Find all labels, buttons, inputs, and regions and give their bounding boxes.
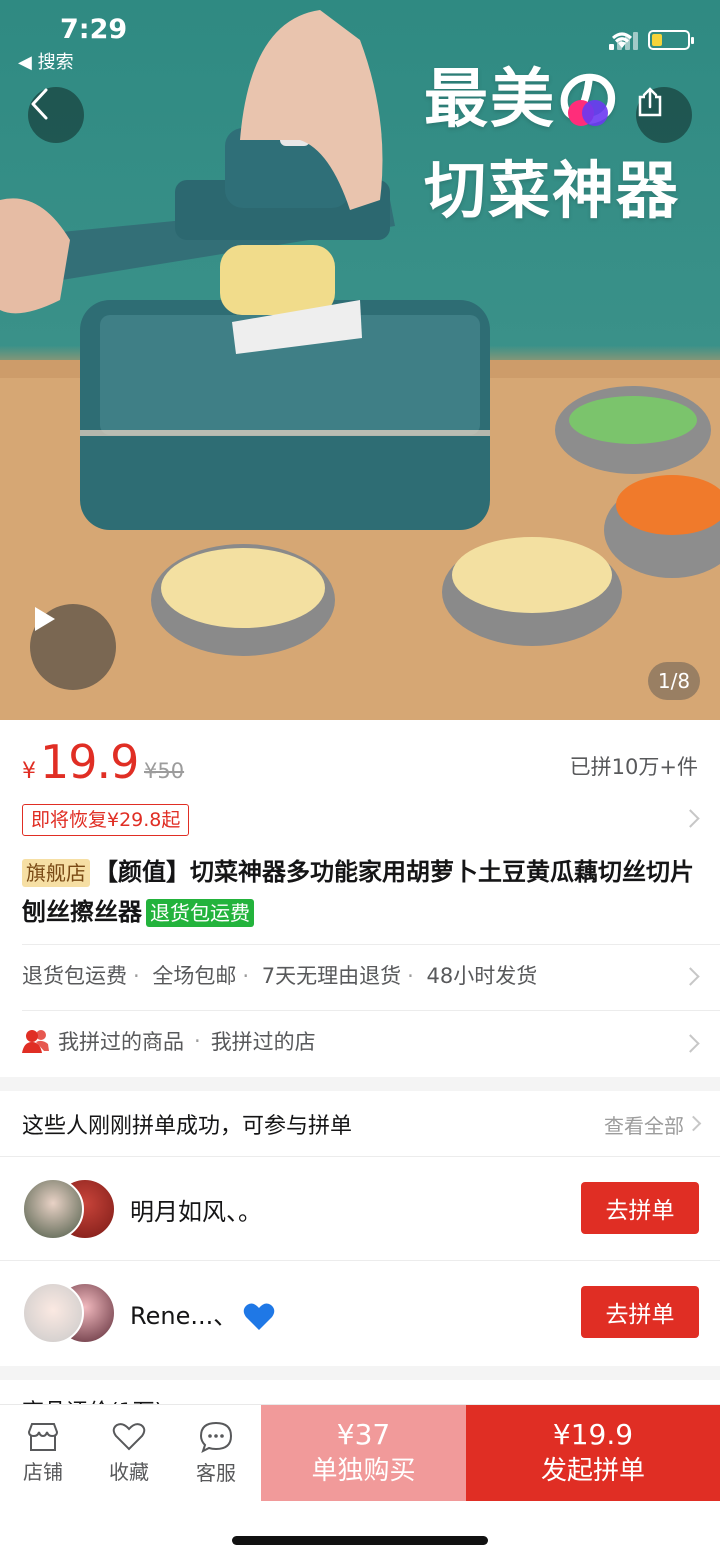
member-avatars — [22, 1178, 118, 1242]
customer-service-button[interactable]: 客服 — [173, 1405, 259, 1501]
current-price: 19.9 — [40, 735, 139, 789]
divider — [22, 1010, 720, 1011]
people-icon — [22, 1030, 49, 1053]
original-price: ¥50 — [144, 759, 185, 783]
service-item: 7天无理由退货 — [261, 964, 402, 988]
group-buy-heading: 这些人刚刚拼单成功，可参与拼单 — [22, 1114, 353, 1139]
service-item: 退货包运费 — [22, 964, 127, 988]
group-price: ¥19.9 — [552, 1418, 634, 1451]
price-row: ¥ 19.9 ¥50 已拼10万+件 — [22, 735, 698, 791]
share-icon — [638, 87, 662, 117]
flagship-store-badge: 旗舰店 — [22, 859, 90, 887]
price-currency: ¥ — [22, 759, 36, 784]
purchase-history-row[interactable]: 我拼过的商品 · 我拼过的店 — [22, 1026, 316, 1056]
status-indicators — [609, 30, 694, 50]
customer-service-label: 客服 — [196, 1460, 236, 1485]
store-button[interactable]: 店铺 — [0, 1405, 86, 1501]
view-all-groups-link[interactable]: 查看全部 — [604, 1110, 684, 1139]
store-label: 店铺 — [23, 1459, 63, 1484]
avatar — [22, 1282, 84, 1344]
chevron-right-icon[interactable] — [681, 1034, 700, 1053]
price-restore-tag[interactable]: 即将恢复¥29.8起 — [22, 804, 190, 836]
divider — [0, 1260, 720, 1261]
chevron-right-icon[interactable] — [685, 1115, 702, 1132]
home-indicator[interactable] — [232, 1536, 488, 1545]
wifi-icon — [612, 32, 632, 48]
play-video-button[interactable] — [30, 604, 116, 690]
bottom-action-bar: 店铺 收藏 客服 ¥37 单独购买 ¥19.9 发起拼单 — [0, 1404, 720, 1501]
battery-icon — [648, 30, 694, 50]
my-group-stores-link[interactable]: 我拼过的店 — [211, 1026, 316, 1056]
play-icon — [35, 607, 55, 631]
join-group-button[interactable]: 去拼单 — [581, 1182, 699, 1234]
hero-headline-line2: 切菜神器 — [424, 154, 681, 227]
member-name-text: Rene...、 — [130, 1302, 238, 1330]
brand-bubbles-icon[interactable] — [562, 90, 618, 138]
free-return-badge: 退货包运费 — [146, 899, 254, 927]
chat-bubble-icon — [199, 1421, 233, 1453]
favorite-button[interactable]: 收藏 — [86, 1405, 172, 1501]
my-group-products-link[interactable]: 我拼过的商品 — [58, 1026, 184, 1056]
member-name: 明月如风、。 — [130, 1198, 262, 1226]
heart-outline-icon — [112, 1422, 146, 1450]
service-item: 全场包邮 — [152, 964, 237, 988]
back-to-search-link[interactable]: ◀ 搜索 — [18, 48, 74, 74]
single-label: 单独购买 — [311, 1456, 416, 1486]
sold-count: 已拼10万+件 — [569, 755, 698, 779]
divider — [0, 1156, 720, 1157]
back-button[interactable] — [28, 87, 84, 143]
avatar — [22, 1178, 84, 1240]
share-button[interactable] — [636, 87, 692, 143]
start-group-buy-button[interactable]: ¥19.9 发起拼单 — [466, 1405, 720, 1501]
member-avatars — [22, 1282, 118, 1346]
chevron-right-icon[interactable] — [681, 967, 700, 986]
group-member-row: Rene...、 去拼单 — [0, 1262, 720, 1366]
group-label: 发起拼单 — [540, 1456, 645, 1486]
chevron-right-icon[interactable] — [681, 809, 700, 828]
section-gap — [0, 1077, 720, 1091]
status-time: 7:29 — [60, 14, 128, 45]
buy-alone-button[interactable]: ¥37 单独购买 — [261, 1405, 466, 1501]
group-member-row: 明月如风、。 去拼单 — [0, 1158, 720, 1262]
product-image-carousel[interactable]: 7:29 ◀ 搜索 最美の 切菜神器 1/8 — [0, 0, 720, 720]
single-price: ¥37 — [336, 1418, 391, 1451]
store-icon — [27, 1422, 59, 1451]
service-item: 48小时发货 — [426, 964, 538, 988]
member-name: Rene...、 — [130, 1296, 275, 1332]
image-counter: 1/8 — [648, 662, 700, 700]
blue-heart-icon — [243, 1303, 275, 1330]
join-group-button[interactable]: 去拼单 — [581, 1286, 699, 1338]
service-guarantees[interactable]: 退货包运费 · 全场包邮 · 7天无理由退货 · 48小时发货 — [22, 960, 537, 990]
chevron-left-icon — [31, 88, 48, 120]
favorite-label: 收藏 — [109, 1459, 149, 1484]
product-title: 旗舰店 【颜值】切菜神器多功能家用胡萝卜土豆黄瓜藕切丝切片刨丝擦丝器 退货包运费 — [22, 852, 698, 932]
product-title-text: 【颜值】切菜神器多功能家用胡萝卜土豆黄瓜藕切丝切片刨丝擦丝器 — [22, 858, 694, 926]
divider — [22, 944, 720, 945]
section-gap — [0, 1366, 720, 1380]
